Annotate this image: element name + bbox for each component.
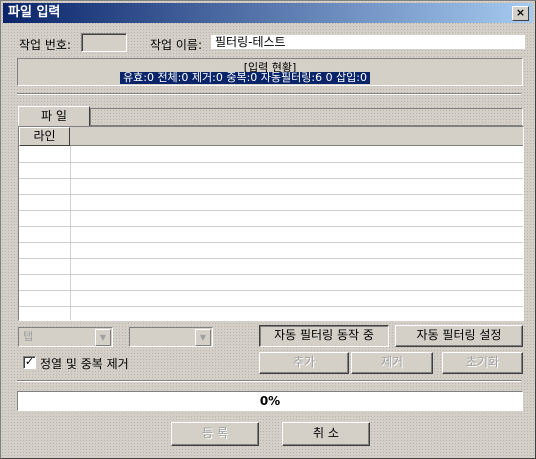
grid-header: 라인 — [19, 127, 523, 146]
job-number-field[interactable] — [81, 33, 127, 52]
progress-text: 0% — [259, 394, 281, 408]
register-button[interactable]: 등 록 — [171, 422, 259, 446]
add-button[interactable]: 추가 — [259, 352, 349, 374]
reset-button[interactable]: 초기화 — [442, 352, 523, 374]
table-row[interactable] — [19, 258, 523, 275]
table-row[interactable] — [19, 162, 523, 179]
secondary-combo-value — [130, 330, 134, 343]
auto-filter-running-button[interactable]: 자동 필터링 동작 중 — [259, 325, 389, 347]
column-header-line[interactable]: 라인 — [19, 127, 70, 146]
divider — [17, 93, 521, 95]
tab-combo-value: 탭 — [23, 330, 34, 343]
window-title: 파일 입력 — [8, 5, 61, 20]
job-number-label: 작업 번호: — [19, 38, 72, 52]
chevron-down-icon[interactable]: ▼ — [195, 329, 211, 346]
table-row[interactable] — [19, 274, 523, 291]
table-row[interactable] — [19, 290, 523, 307]
table-row[interactable] — [19, 146, 523, 163]
sort-dedupe-checkbox[interactable]: ✓ — [23, 356, 36, 369]
input-status-summary: 유효:0 전체:0 제거:0 중복:0 자동필터링:6 0 삽입:0 — [120, 72, 371, 84]
tab-combo[interactable]: 탭 ▼ — [18, 327, 113, 347]
remove-button[interactable]: 제거 — [351, 352, 433, 374]
file-input-dialog: 파일 입력 × 작업 번호: 작업 이름: 필터링-테스트 [입력 현황] 유효… — [0, 0, 536, 459]
table-row[interactable] — [19, 242, 523, 259]
progress-bar: 0% — [17, 391, 523, 411]
divider — [17, 380, 521, 382]
close-icon[interactable]: × — [512, 6, 529, 21]
input-status-panel: [입력 현황] 유효:0 전체:0 제거:0 중복:0 자동필터링:6 0 삽입… — [17, 58, 523, 86]
table-row[interactable] — [19, 194, 523, 211]
table-row[interactable] — [19, 178, 523, 195]
job-name-field[interactable]: 필터링-테스트 — [211, 35, 525, 49]
line-grid[interactable]: 라인 — [18, 126, 524, 321]
tab-strip — [90, 108, 523, 126]
tab-file[interactable]: 파 일 — [18, 106, 90, 127]
secondary-combo[interactable]: ▼ — [129, 327, 213, 347]
chevron-down-icon[interactable]: ▼ — [95, 329, 111, 346]
job-name-label: 작업 이름: — [150, 38, 203, 52]
sort-dedupe-label[interactable]: 정열 및 중복 제거 — [40, 355, 129, 372]
auto-filter-settings-button[interactable]: 자동 필터링 설정 — [395, 325, 523, 347]
title-bar[interactable]: 파일 입력 × — [3, 3, 533, 23]
table-row[interactable] — [19, 306, 523, 320]
table-row[interactable] — [19, 210, 523, 227]
table-row[interactable] — [19, 226, 523, 243]
cancel-button[interactable]: 취 소 — [282, 422, 370, 446]
